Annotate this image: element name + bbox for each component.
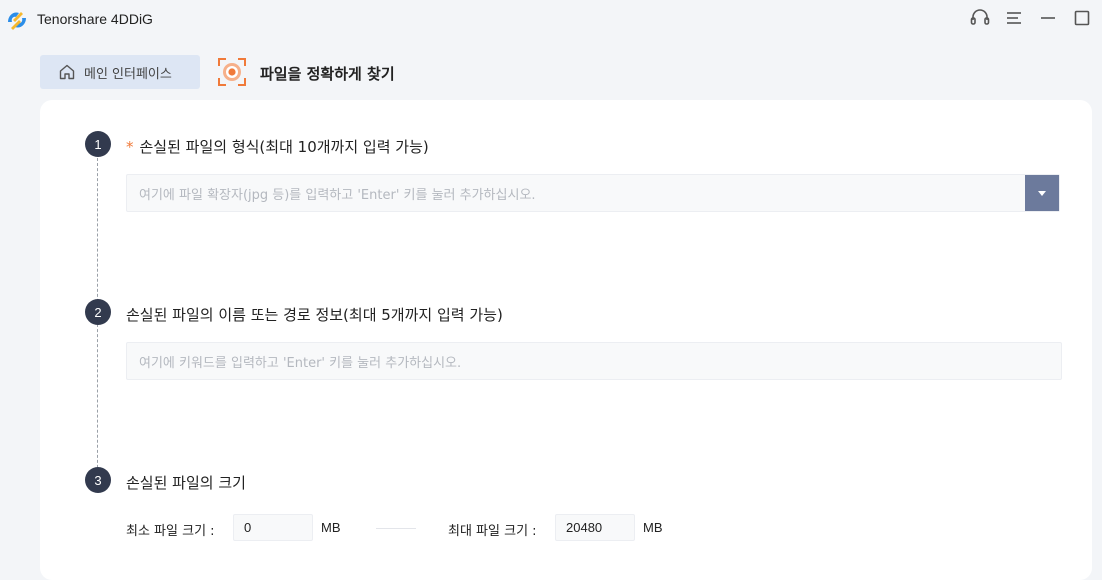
file-type-dropdown-button[interactable] [1025,175,1059,211]
headset-icon[interactable] [969,8,991,28]
step-1-title-text: 손실된 파일의 형식(최대 10개까지 입력 가능) [139,138,429,156]
step-2-title: 손실된 파일의 이름 또는 경로 정보(최대 5개까지 입력 가능) [126,306,503,324]
chevron-down-icon [1038,190,1046,196]
step-3-title: 손실된 파일의 크기 [126,474,246,492]
range-divider [376,528,416,529]
step-1-badge: 1 [85,131,111,157]
max-size-label: 최대 파일 크기 : [448,524,537,539]
page-title: 파일을 정확하게 찾기 [260,65,395,83]
min-size-unit: MB [321,520,341,535]
main-interface-label: 메인 인터페이스 [84,66,172,82]
min-size-input[interactable]: 0 [233,514,313,541]
minimize-icon[interactable] [1037,8,1059,28]
min-size-label: 최소 파일 크기 : [126,524,215,539]
hamburger-menu-icon[interactable] [1003,8,1025,28]
maximize-icon[interactable] [1071,8,1093,28]
file-type-placeholder: 여기에 파일 확장자(jpg 등)를 입력하고 'Enter' 키를 눌러 추가… [139,187,536,203]
required-mark: * [126,138,134,156]
keyword-input[interactable]: 여기에 키워드를 입력하고 'Enter' 키를 눌러 추가하십시오. [126,342,1062,380]
filter-card [40,100,1092,580]
max-size-unit: MB [643,520,663,535]
target-icon [218,58,246,86]
max-size-input[interactable]: 20480 [555,514,635,541]
step-2-badge: 2 [85,299,111,325]
keyword-placeholder: 여기에 키워드를 입력하고 'Enter' 키를 눌러 추가하십시오. [139,355,462,371]
step-1-title: * 손실된 파일의 형식(최대 10개까지 입력 가능) [126,136,429,157]
main-interface-button[interactable]: 메인 인터페이스 [40,55,200,89]
home-icon [58,63,76,81]
app-title: Tenorshare 4DDiG [37,11,153,27]
step-3-badge: 3 [85,467,111,493]
title-bar: Tenorshare 4DDiG [0,0,1102,38]
app-logo-icon [8,12,26,30]
file-type-input[interactable]: 여기에 파일 확장자(jpg 등)를 입력하고 'Enter' 키를 눌러 추가… [126,174,1060,212]
